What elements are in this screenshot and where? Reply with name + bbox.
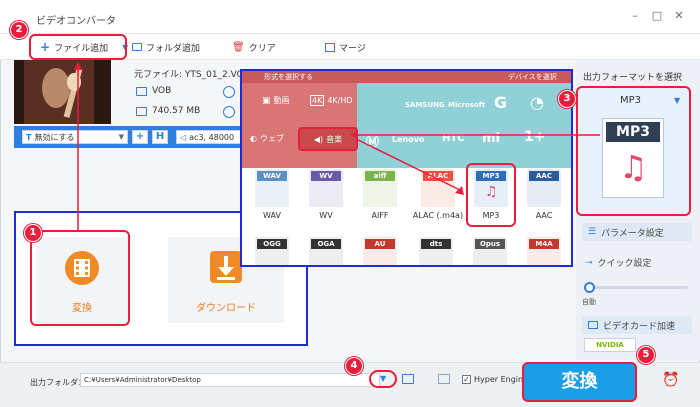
annotation-badge-2: 2 [10, 21, 28, 39]
annotation-badge-4: 4 [345, 357, 363, 375]
annotation-badge-5: 5 [637, 346, 655, 364]
annotation-badge-1: 1 [24, 224, 42, 242]
annotation-badge-3: 3 [558, 90, 576, 108]
annotation-arrows [74, 62, 600, 232]
